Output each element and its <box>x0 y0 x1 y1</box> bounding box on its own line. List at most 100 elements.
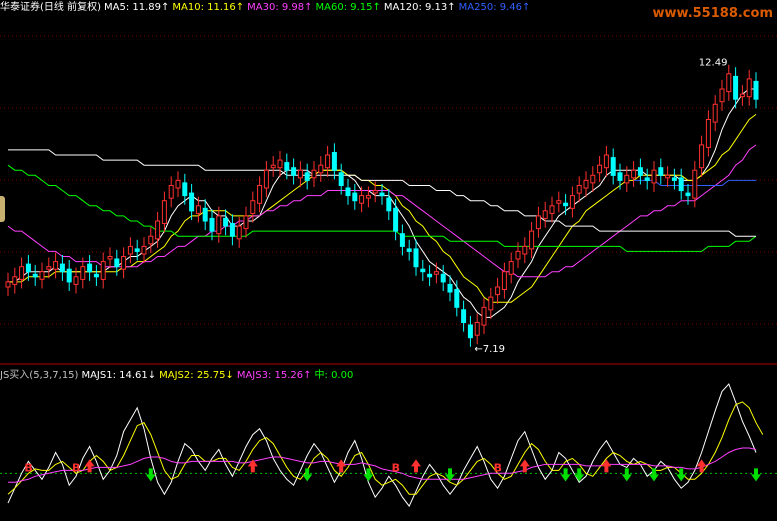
candle-body <box>386 197 392 212</box>
majs3-line <box>8 447 757 483</box>
candle-body <box>66 268 72 283</box>
sell-arrow-icon <box>302 468 313 482</box>
candle-body <box>413 248 419 268</box>
candle-body <box>270 164 276 169</box>
candle-body <box>644 177 650 181</box>
main-header-item-2: MA10: 11.16↑ <box>172 2 245 13</box>
panel-collapse-handle[interactable] <box>0 196 5 222</box>
candle-body <box>46 266 52 270</box>
candle-body <box>563 202 569 207</box>
candle-body <box>474 322 480 336</box>
sell-arrow-icon <box>751 468 761 482</box>
candle-body <box>624 174 630 184</box>
candle-body <box>739 93 745 98</box>
candle-body <box>699 144 705 169</box>
indicator-header-item-1: MAJS1: 14.61↓ <box>81 370 157 381</box>
candle-body <box>5 281 11 288</box>
candle-body <box>590 174 596 184</box>
candle-body <box>189 192 195 212</box>
candle-body <box>243 215 249 230</box>
candle-body <box>447 283 453 293</box>
candle-body <box>753 80 759 100</box>
candle-body <box>161 200 167 224</box>
main-header-item-6: MA250: 9.46↑ <box>458 2 531 13</box>
ma30-line <box>7 144 757 278</box>
b-signal-icon: B <box>72 461 80 474</box>
candle-body <box>467 324 473 339</box>
candle-body <box>617 172 623 181</box>
ma60-line <box>7 164 757 252</box>
candle-body <box>603 154 609 169</box>
candle-body <box>195 205 201 214</box>
indicator-header-item-2: MAJS2: 25.75↓ <box>159 370 234 381</box>
candle-body <box>454 289 460 308</box>
candlesticks <box>5 64 759 347</box>
candle-body <box>631 169 637 179</box>
candle-body <box>121 256 127 270</box>
candle-body <box>488 296 494 311</box>
candle-body <box>297 169 303 179</box>
main-header-item-4: MA60: 9.15↑ <box>315 2 381 13</box>
candle-body <box>583 179 589 189</box>
candle-body <box>19 266 25 280</box>
candle-body <box>284 162 290 171</box>
candle-body <box>93 273 99 278</box>
candle-body <box>73 276 79 285</box>
majs2-line <box>7 401 764 495</box>
candle-body <box>393 207 399 232</box>
indicator-header-item-0: JS买入(5,3,7,15) <box>0 370 79 381</box>
buy-arrow-icon <box>247 459 258 473</box>
candle-body <box>325 154 331 169</box>
indicator-header-item-3: MAJS3: 15.26↑ <box>236 370 312 381</box>
candle-body <box>420 268 426 273</box>
indicator-header-item-4: 中: 0.00 <box>314 370 354 381</box>
candle-body <box>59 263 65 273</box>
candle-body <box>141 245 147 255</box>
ma10-line <box>8 114 757 303</box>
candle-body <box>216 215 222 235</box>
buy-arrow-icon <box>84 459 95 473</box>
candle-body <box>168 185 174 199</box>
main-chart-header: 华泰证券(日线 前复权) MA5: 11.89↑ MA10: 11.16↑ MA30:… <box>0 0 533 16</box>
stock-chart: B B B B 12.49 ←7.19 <box>0 35 777 508</box>
candle-body <box>597 164 603 174</box>
candle-body <box>515 250 521 260</box>
candle-body <box>223 217 229 227</box>
buy-arrow-icon <box>519 459 530 473</box>
candle-body <box>399 233 405 247</box>
candle-body <box>665 174 671 179</box>
price-annotations: 12.49 ←7.19 <box>474 57 727 355</box>
candle-body <box>25 263 31 273</box>
candle-body <box>678 177 684 192</box>
candle-body <box>569 195 575 209</box>
candle-body <box>705 119 711 148</box>
candle-body <box>610 157 616 176</box>
candle-body <box>257 185 263 204</box>
candle-body <box>461 309 467 323</box>
candle-body <box>202 207 208 222</box>
candle-body <box>338 172 344 187</box>
candle-body <box>291 167 297 176</box>
candle-body <box>671 177 677 181</box>
indicator-lines <box>7 383 764 508</box>
candle-body <box>658 167 664 176</box>
candle-body <box>576 185 582 194</box>
candle-body <box>236 225 242 240</box>
candle-body <box>175 179 181 189</box>
candle-body <box>114 258 120 268</box>
candle-body <box>345 187 351 197</box>
candle-body <box>209 217 215 232</box>
candle-body <box>427 273 433 278</box>
candle-body <box>522 245 528 255</box>
candle-body <box>406 248 412 252</box>
candle-body <box>495 286 501 296</box>
candle-body <box>692 169 698 199</box>
candle-body <box>529 230 535 250</box>
candle-body <box>359 195 365 204</box>
indicator-header: JS买入(5,3,7,15) MAJS1: 14.61↓ MAJS2: 25.75↓… <box>0 368 356 384</box>
candle-body <box>39 271 45 280</box>
candle-body <box>440 273 446 283</box>
candle-body <box>379 192 385 197</box>
candle-body <box>433 271 439 275</box>
candle-body <box>535 215 541 230</box>
